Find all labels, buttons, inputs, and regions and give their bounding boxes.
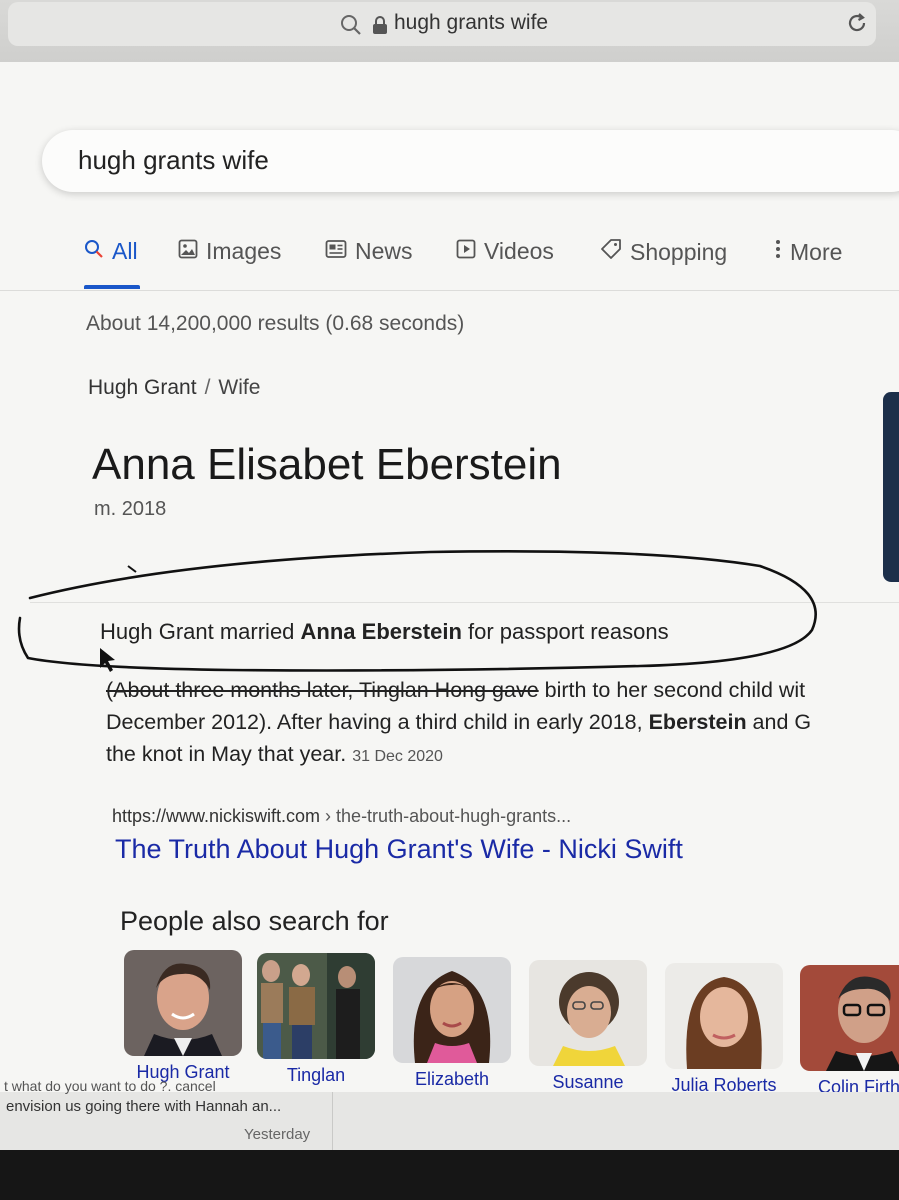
tab-more[interactable]: More xyxy=(774,238,842,266)
pasf-image-julia-roberts xyxy=(665,963,783,1069)
screen-bezel xyxy=(0,1150,899,1200)
tab-videos-label: Videos xyxy=(484,238,554,264)
tab-images[interactable]: Images xyxy=(178,238,281,265)
pasf-image-hugh-grant xyxy=(124,950,242,1056)
snippet-line-3-text: the knot in May that year. xyxy=(106,742,347,766)
image-icon xyxy=(178,238,198,265)
featured-prefix: Hugh Grant married xyxy=(100,619,301,644)
breadcrumb-attribute: Wife xyxy=(218,376,261,399)
search-input[interactable]: hugh grants wife xyxy=(42,130,899,192)
answer-title: Anna Elisabet Eberstein xyxy=(92,440,562,489)
pasf-item-colin-firth[interactable]: Colin Firth xyxy=(798,965,899,1098)
result-domain: https://www.nickiswift.com xyxy=(112,806,321,826)
pasf-image-tinglan xyxy=(257,953,375,1059)
snippet-strike: (About three months later, Tinglan Hong … xyxy=(106,678,539,702)
tab-all[interactable]: All xyxy=(84,238,138,265)
tab-videos[interactable]: Videos xyxy=(456,238,554,265)
message-timestamp: Yesterday xyxy=(244,1126,311,1143)
pasf-name-susanne: Susanne xyxy=(552,1072,624,1092)
tab-images-label: Images xyxy=(206,238,282,264)
tab-more-label: More xyxy=(790,238,843,265)
snippet-line-1-rest: birth to her second child wit xyxy=(538,678,806,702)
pasf-item-hugh-grant[interactable]: Hugh Grant xyxy=(122,950,244,1083)
active-tab-indicator xyxy=(84,285,140,289)
featured-snippet-text: (About three months later, Tinglan Hong … xyxy=(106,674,899,773)
tab-shopping-label: Shopping xyxy=(630,238,728,265)
tag-icon xyxy=(600,238,622,266)
result-path: › the-truth-about-hugh-grants... xyxy=(320,806,572,826)
news-icon xyxy=(325,238,347,265)
pasf-image-susanne xyxy=(529,960,647,1066)
results-stats: About 14,200,000 results (0.68 seconds) xyxy=(86,312,465,335)
pasf-image-elizabeth xyxy=(393,957,511,1063)
snippet-date: 31 Dec 2020 xyxy=(352,748,443,765)
snippet-line-2: December 2012). After having a third chi… xyxy=(106,706,899,738)
people-also-search-heading: People also search for xyxy=(120,906,389,936)
search-icon xyxy=(84,238,104,265)
snippet-divider xyxy=(30,602,899,603)
address-bar[interactable]: hugh grants wife xyxy=(8,2,876,46)
result-url: https://www.nickiswift.com › the-truth-a… xyxy=(112,806,571,827)
more-vertical-icon xyxy=(774,238,782,266)
reload-icon[interactable] xyxy=(844,10,870,41)
tab-news[interactable]: News xyxy=(325,238,413,265)
answer-subtitle: m. 2018 xyxy=(94,498,167,520)
panel-divider xyxy=(332,1092,333,1150)
tab-news-label: News xyxy=(355,238,413,264)
search-icon xyxy=(340,14,362,41)
pasf-name-tinglan: Tinglan xyxy=(286,1065,346,1085)
breadcrumb: Hugh Grant / Wife xyxy=(88,376,260,400)
browser-toolbar: hugh grants wife xyxy=(0,0,899,62)
lock-icon xyxy=(372,16,388,39)
breadcrumb-separator: / xyxy=(204,376,211,399)
snippet-line-2-pre: December 2012). After having a third chi… xyxy=(106,710,649,734)
pasf-image-colin-firth xyxy=(800,965,899,1071)
pasf-item-tinglan[interactable]: Tinglan xyxy=(255,953,377,1086)
pasf-item-susanne[interactable]: Susanne xyxy=(527,960,649,1093)
snippet-line-1: (About three months later, Tinglan Hong … xyxy=(106,674,899,706)
pasf-name-elizabeth: Elizabeth xyxy=(414,1069,490,1089)
breadcrumb-subject[interactable]: Hugh Grant xyxy=(88,376,197,399)
snippet-line-2-bold: Eberstein xyxy=(648,710,747,734)
message-preview[interactable]: envision us going there with Hannah an..… xyxy=(6,1098,281,1115)
video-icon xyxy=(456,238,476,265)
pasf-item-elizabeth[interactable]: Elizabeth xyxy=(391,957,513,1090)
knowledge-panel-edge xyxy=(883,392,899,582)
address-bar-text: hugh grants wife xyxy=(394,11,549,34)
featured-snippet-heading: Hugh Grant married Anna Eberstein for pa… xyxy=(100,619,669,645)
result-title-link[interactable]: The Truth About Hugh Grant's Wife - Nick… xyxy=(115,834,683,865)
message-list-panel: t what do you want to do ?. cancel envis… xyxy=(0,1078,899,1150)
tabs-divider xyxy=(0,290,899,291)
snippet-line-3: the knot in May that year. 31 Dec 2020 xyxy=(106,738,899,773)
search-tabs: All Images News Videos Shopping More xyxy=(0,232,899,292)
tab-shopping[interactable]: Shopping xyxy=(600,238,727,266)
featured-bold: Anna Eberstein xyxy=(300,619,462,644)
message-preview-partial: t what do you want to do ?. cancel xyxy=(4,1078,216,1094)
featured-suffix: for passport reasons xyxy=(461,619,669,644)
search-results-page: hugh grants wife All Images News Videos xyxy=(0,62,899,1097)
search-query-text: hugh grants wife xyxy=(78,145,269,175)
tab-all-label: All xyxy=(112,238,138,264)
snippet-line-2-post: and G xyxy=(746,710,812,734)
pasf-item-julia-roberts[interactable]: Julia Roberts xyxy=(663,963,785,1096)
